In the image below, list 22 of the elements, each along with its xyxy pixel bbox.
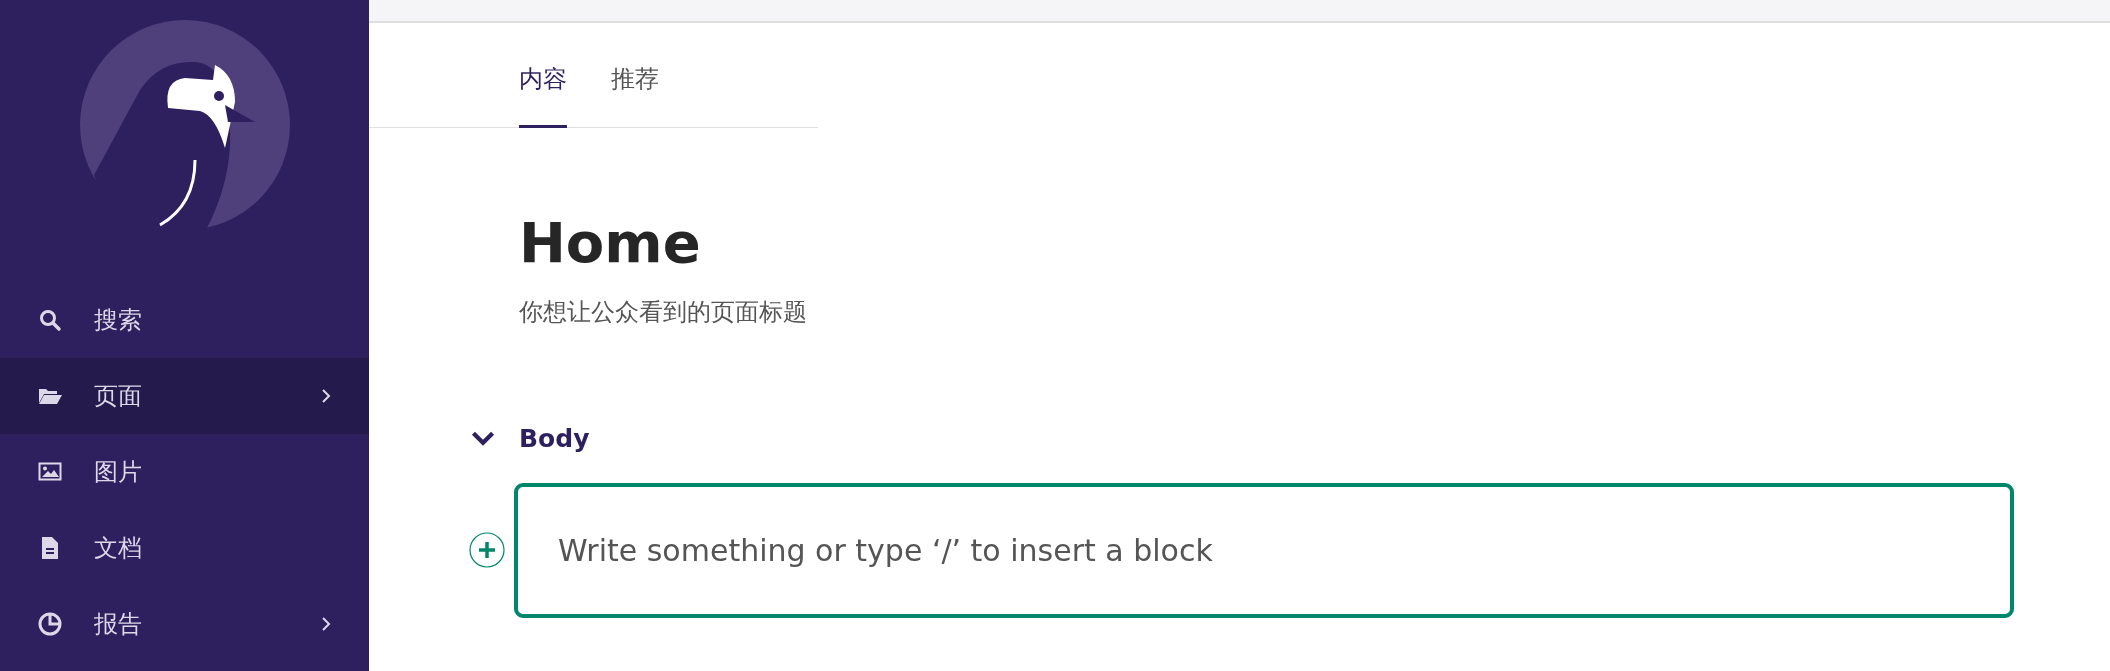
chevron-down-icon[interactable] — [470, 429, 496, 447]
sidebar-item[interactable]: 搜索 — [0, 282, 369, 358]
page-title: Home — [519, 212, 702, 274]
block-editor-field[interactable]: Write something or type ‘/’ to insert a block — [514, 482, 2014, 618]
page-subtitle: 你想让公众看到的页面标题 — [519, 296, 808, 328]
menu-label: 报告 — [94, 609, 143, 640]
sidebar-item[interactable]: 文档 — [0, 510, 369, 586]
bird-logo[interactable] — [79, 20, 290, 230]
tab[interactable]: 推荐 — [611, 23, 659, 128]
sidebar-item[interactable]: 报告 — [0, 586, 369, 662]
menu-label: 页面 — [94, 381, 143, 412]
search-icon — [38, 308, 62, 332]
menu-label: 搜索 — [94, 305, 143, 336]
pie-chart-icon — [38, 612, 62, 636]
menu-label: 图片 — [94, 457, 143, 488]
sidebar-item[interactable]: 图片 — [0, 434, 369, 510]
menu-label: 文档 — [94, 533, 143, 564]
image-icon — [38, 460, 62, 484]
sidebar-item[interactable]: 页面 — [0, 358, 369, 434]
tab[interactable]: 内容 — [519, 23, 567, 128]
add-block-icon[interactable] — [469, 532, 505, 569]
section-label: Body — [519, 423, 590, 453]
